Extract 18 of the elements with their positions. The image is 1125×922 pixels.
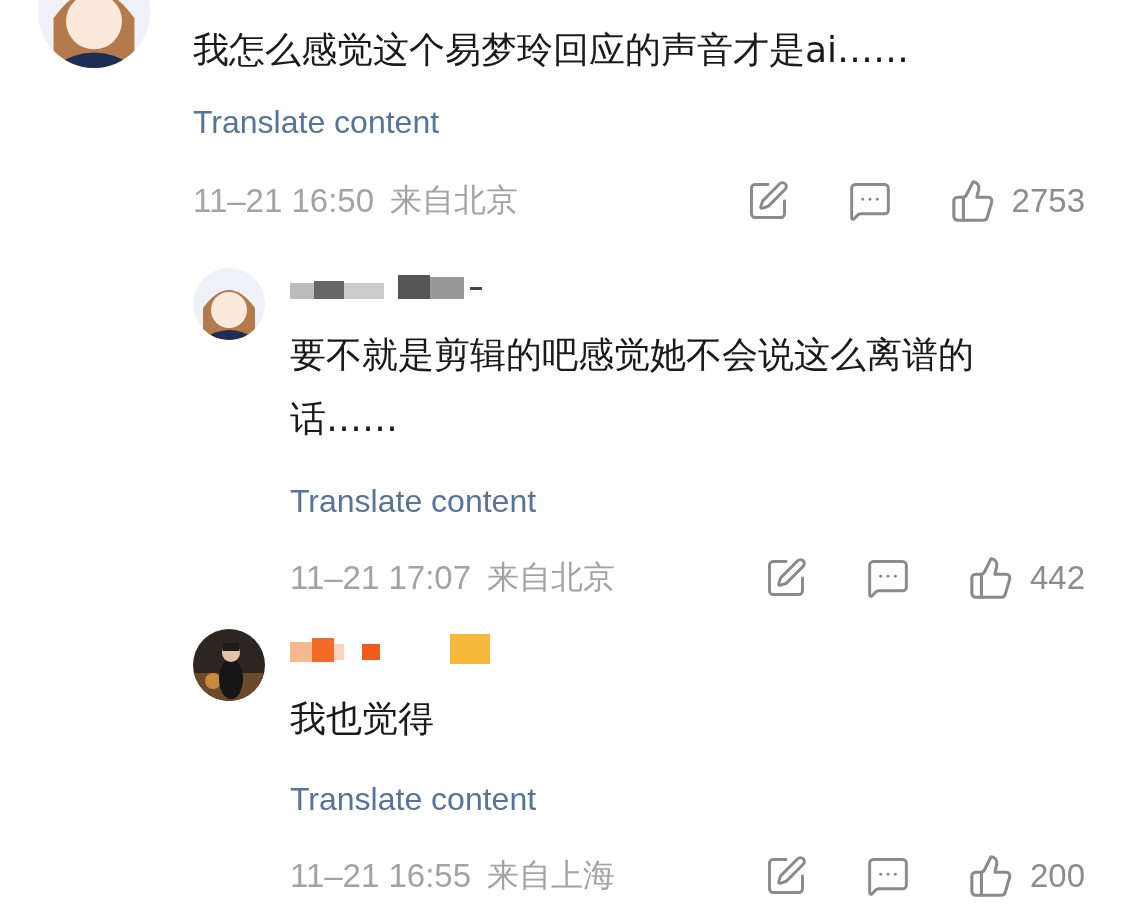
comment-time: 11–21 17:07: [290, 559, 472, 597]
like-icon[interactable]: [967, 555, 1014, 601]
comment-time: 11–21 16:50: [193, 182, 375, 220]
comment-location: 来自北京: [487, 557, 616, 598]
like-count: 2753: [1011, 182, 1085, 220]
like-count: 200: [1029, 857, 1085, 895]
like-icon[interactable]: [949, 178, 996, 224]
reply-text: 我也觉得: [290, 697, 435, 741]
comment-text: 我怎么感觉这个易梦玲回应的声音才是ai……: [193, 28, 911, 72]
translate-link[interactable]: Translate content: [290, 777, 537, 821]
comment-location: 来自上海: [487, 855, 616, 896]
like-icon[interactable]: [967, 853, 1014, 899]
comment-time: 11–21 16:55: [290, 857, 472, 895]
reply-text: 要不就是剪辑的吧感觉她不会说这么离谱的话……: [290, 333, 975, 441]
translate-link[interactable]: Translate content: [193, 100, 440, 144]
comment-location: 来自北京: [390, 180, 519, 221]
translate-link[interactable]: Translate content: [290, 479, 537, 523]
like-count: 442: [1029, 559, 1085, 597]
